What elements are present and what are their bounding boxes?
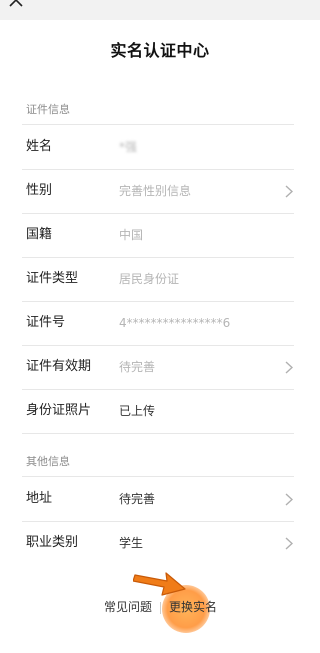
footer-separator xyxy=(160,602,161,614)
pointer-arrow-icon xyxy=(133,572,186,596)
row-name: 姓名 *强 xyxy=(0,125,320,169)
chevron-right-icon xyxy=(285,361,293,374)
chevron-right-icon xyxy=(285,185,293,198)
row-address[interactable]: 地址 待完善 xyxy=(0,477,320,521)
occupation-value: 学生 xyxy=(119,536,144,550)
change-real-name-link[interactable]: 更换实名 xyxy=(169,598,217,615)
row-id-type: 证件类型 居民身份证 xyxy=(0,257,320,301)
row-nationality: 国籍 中国 xyxy=(0,213,320,257)
row-id-number: 证件号 4****************6 xyxy=(0,301,320,345)
row-label: 姓名 xyxy=(26,139,53,154)
id-validity-value: 待完善 xyxy=(119,360,156,374)
row-label: 性别 xyxy=(26,183,53,198)
gender-value: 完善性别信息 xyxy=(119,184,192,198)
row-occupation[interactable]: 职业类别 学生 xyxy=(0,521,320,565)
section-label-other-info: 其他信息 xyxy=(26,455,70,468)
row-label: 地址 xyxy=(26,491,53,506)
row-label: 证件有效期 xyxy=(26,359,92,374)
name-value: *强 xyxy=(119,140,138,154)
row-label: 身份证照片 xyxy=(26,403,92,418)
chevron-right-icon xyxy=(285,493,293,506)
page-title: 实名认证中心 xyxy=(110,41,210,60)
faq-link[interactable]: 常见问题 xyxy=(104,598,152,615)
chevron-right-icon xyxy=(285,537,293,550)
divider xyxy=(22,433,294,434)
close-icon[interactable] xyxy=(9,0,23,7)
top-bar xyxy=(0,0,320,20)
id-photo-value: 已上传 xyxy=(119,404,156,418)
row-label: 证件号 xyxy=(26,315,66,330)
section-label-id-info: 证件信息 xyxy=(26,103,70,116)
row-label: 职业类别 xyxy=(26,535,79,550)
row-label: 证件类型 xyxy=(26,271,79,286)
row-label: 国籍 xyxy=(26,227,53,242)
row-id-photo: 身份证照片 已上传 xyxy=(0,389,320,433)
id-type-value: 居民身份证 xyxy=(119,272,180,286)
row-id-validity[interactable]: 证件有效期 待完善 xyxy=(0,345,320,389)
nationality-value: 中国 xyxy=(119,228,144,242)
address-value: 待完善 xyxy=(119,492,156,506)
id-number-value: 4****************6 xyxy=(119,316,231,330)
footer-links: 常见问题 更换实名 xyxy=(0,598,320,622)
row-gender[interactable]: 性别 完善性别信息 xyxy=(0,169,320,213)
